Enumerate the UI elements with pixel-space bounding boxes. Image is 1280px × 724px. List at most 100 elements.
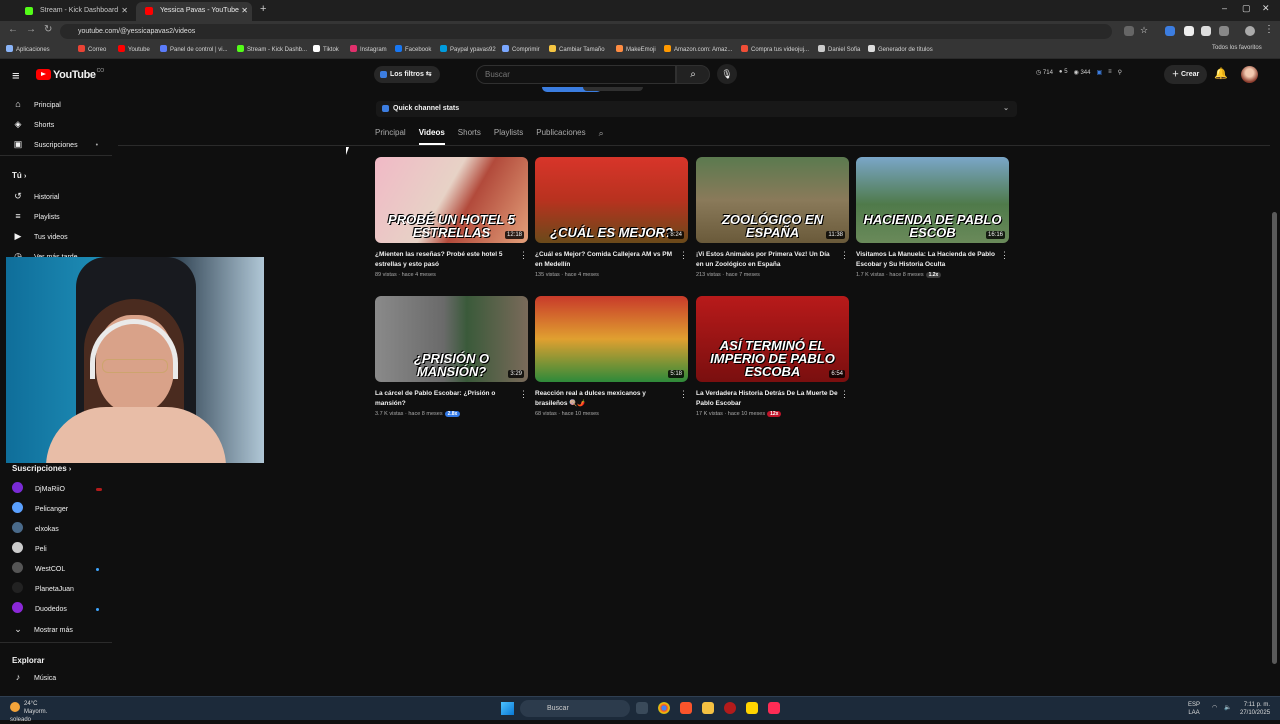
bookmark-item[interactable]: Amazon.com: Amaz... (664, 45, 732, 53)
video-thumbnail[interactable]: ¿PRISIÓN O MANSIÓN? 3:29 (375, 296, 528, 382)
video-thumbnail[interactable]: ASÍ TERMINÓ EL IMPERIO DE PABLO ESCOBA 6:… (696, 296, 849, 382)
sidebar-channel[interactable]: WestCOL (12, 562, 65, 576)
forward-icon[interactable]: → (26, 24, 36, 35)
tab-shorts[interactable]: Shorts (458, 127, 481, 145)
back-icon[interactable]: ← (8, 24, 18, 35)
sidebar-channel[interactable]: DjMaRiiO (12, 482, 65, 496)
bookmark-item[interactable]: Aplicaciones (6, 45, 50, 53)
video-title[interactable]: ¡Vi Estos Animales por Primera Vez! Un D… (696, 250, 838, 269)
video-title[interactable]: Visitamos La Manuela: La Hacienda de Pab… (856, 250, 998, 269)
menu-kebab-icon[interactable]: ⋮ (1264, 24, 1274, 35)
extensions-puzzle-icon[interactable] (1219, 26, 1229, 36)
network-icon[interactable]: ◠ (1212, 704, 1217, 712)
video-thumbnail[interactable]: 5:18 (535, 296, 688, 382)
video-title[interactable]: La Verdadera Historia Detrás De La Muert… (696, 389, 838, 408)
sidebar-item-principal[interactable]: ⌂ Principal (12, 97, 61, 111)
video-card[interactable]: ¿PRISIÓN O MANSIÓN? 3:29 La cárcel de Pabl… (375, 296, 528, 417)
sidebar-channel[interactable]: Pelicanger (12, 502, 68, 516)
weather-widget[interactable]: 24°C Mayorm. soleado (10, 700, 56, 724)
create-button[interactable]: ＋ Crear (1164, 65, 1208, 84)
video-menu-icon[interactable]: ⋮ (679, 250, 688, 261)
close-tab-icon[interactable]: ✕ (241, 2, 248, 19)
close-window-icon[interactable]: ✕ (1262, 3, 1270, 14)
youtube-logo[interactable]: YouTube CO (36, 68, 104, 81)
bookmark-item[interactable]: Youtube (118, 45, 150, 53)
sidebar-item-shorts[interactable]: ◈ Shorts (12, 117, 55, 131)
video-menu-icon[interactable]: ⋮ (679, 389, 688, 400)
extension-icon[interactable]: ▣ (1096, 69, 1102, 76)
maximize-icon[interactable]: ▢ (1242, 3, 1251, 14)
tab-videos[interactable]: Videos (418, 127, 445, 145)
bookmark-item[interactable]: Paypal ypavas92 (440, 45, 496, 53)
video-thumbnail[interactable]: ZOOLÓGICO EN ESPAÑA 11:38 (696, 157, 849, 243)
tab-youtube[interactable]: Yessica Pavas - YouTube ✕ (136, 2, 252, 21)
tab-posts[interactable]: Publicaciones (536, 127, 585, 145)
bookmark-star-icon[interactable]: ☆ (1140, 25, 1148, 36)
bookmark-item[interactable]: Panel de control | vi... (160, 45, 228, 53)
page-scrollbar[interactable] (1272, 212, 1277, 664)
file-explorer-icon[interactable] (702, 702, 714, 714)
button-stub[interactable] (583, 87, 643, 91)
bookmark-item[interactable]: Compra tus videojuj... (741, 45, 809, 53)
extension-icon[interactable] (1184, 26, 1194, 36)
bookmark-item[interactable]: MakeEmoji (616, 45, 656, 53)
voice-search-button[interactable]: 🎙 (717, 64, 737, 84)
brave-icon[interactable] (680, 702, 692, 714)
taskbar-search[interactable]: Buscar (520, 700, 630, 717)
video-menu-icon[interactable]: ⋮ (840, 250, 849, 261)
video-card[interactable]: 5:18 Reacción real a dulces mexicanos y b… (535, 296, 688, 417)
sidebar-item-history[interactable]: ↺ Historial (12, 189, 59, 203)
quick-channel-stats-bar[interactable]: Quick channel stats ⌄ (376, 101, 1017, 117)
sidebar-item-your-videos[interactable]: ▶ Tus videos (12, 229, 68, 243)
close-tab-icon[interactable]: ✕ (121, 2, 128, 19)
sidebar-item-music[interactable]: ♪ Música (12, 670, 56, 684)
video-card[interactable]: PROBÉ UN HOTEL 5 ESTRELLAS 12:18 ¿Mienten … (375, 157, 528, 278)
extension-icon[interactable] (1201, 26, 1211, 36)
hamburger-menu-icon[interactable]: ≡ (12, 68, 20, 83)
video-menu-icon[interactable]: ⋮ (519, 250, 528, 261)
language-indicator[interactable]: ESP LAA (1188, 701, 1200, 717)
video-card[interactable]: ZOOLÓGICO EN ESPAÑA 11:38 ¡Vi Estos Animal… (696, 157, 849, 278)
video-title[interactable]: La cárcel de Pablo Escobar: ¿Prisión o m… (375, 389, 517, 408)
notifications-bell-icon[interactable]: 🔔 (1214, 67, 1228, 80)
video-card[interactable]: HACIENDA DE PABLO ESCOB 16:16 Visitamos La… (856, 157, 1009, 278)
subscriptions-section-header[interactable]: Suscripciones › (12, 464, 71, 473)
bookmark-item[interactable]: Correo (78, 45, 106, 53)
video-title[interactable]: ¿Mienten las reseñas? Probé este hotel 5… (375, 250, 517, 269)
pin-icon[interactable]: ⚲ (1118, 69, 1122, 76)
show-more-button[interactable]: ⌄ Mostrar más (12, 622, 73, 636)
video-thumbnail[interactable]: ¿CUÁL ES MEJOR? 8:24 (535, 157, 688, 243)
video-card[interactable]: ¿CUÁL ES MEJOR? 8:24 ¿Cuál es Mejor? Comid… (535, 157, 688, 278)
install-app-icon[interactable] (1124, 26, 1134, 36)
app-icon[interactable] (724, 702, 736, 714)
video-menu-icon[interactable]: ⋮ (519, 389, 528, 400)
tiktok-icon[interactable] (768, 702, 780, 714)
bookmark-item[interactable]: Generador de títulos (868, 45, 933, 53)
clock[interactable]: 7:11 p. m. 27/10/2025 (1240, 701, 1270, 717)
search-button[interactable]: ⌕ (676, 65, 710, 84)
new-tab-button[interactable]: + (260, 3, 266, 15)
avatar[interactable] (1241, 66, 1258, 83)
video-thumbnail[interactable]: HACIENDA DE PABLO ESCOB 16:16 (856, 157, 1009, 243)
bookmark-item[interactable]: Comprimir (502, 45, 540, 53)
video-title[interactable]: Reacción real a dulces mexicanos y brasi… (535, 389, 677, 408)
bookmark-item[interactable]: Cambiar Tamaño (549, 45, 605, 53)
sidebar-channel[interactable]: elxokas (12, 522, 59, 536)
video-menu-icon[interactable]: ⋮ (840, 389, 849, 400)
bookmark-item[interactable]: Facebook (395, 45, 431, 53)
tab-kick-dashboard[interactable]: Stream - Kick Dashboard ✕ (16, 2, 132, 21)
task-view-icon[interactable] (636, 702, 648, 714)
sidebar-channel[interactable]: Duodedos (12, 602, 67, 616)
tab-playlists[interactable]: Playlists (494, 127, 523, 145)
reload-icon[interactable]: ↻ (44, 24, 52, 35)
minimize-icon[interactable]: – (1222, 3, 1227, 13)
url-field[interactable]: youtube.com/@yessicapavas2/videos (60, 24, 1112, 39)
video-card[interactable]: ASÍ TERMINÓ EL IMPERIO DE PABLO ESCOBA 6:… (696, 296, 849, 417)
bookmark-item[interactable]: Daniel Sofia (818, 45, 860, 53)
video-title[interactable]: ¿Cuál es Mejor? Comida Callejera AM vs P… (535, 250, 677, 269)
bookmark-item[interactable]: Stream - Kick Dashb... (237, 45, 307, 53)
windows-start-icon[interactable] (501, 702, 514, 715)
extension-icon[interactable] (1165, 26, 1175, 36)
tab-principal[interactable]: Principal (375, 127, 406, 145)
bookmark-item[interactable]: Tiktok (313, 45, 339, 53)
